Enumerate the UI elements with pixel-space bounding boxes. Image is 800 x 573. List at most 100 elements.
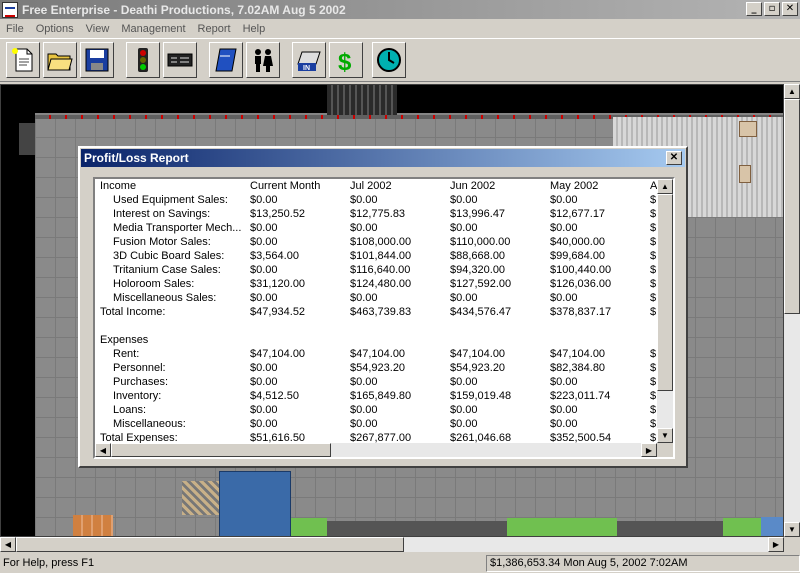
row-label: Miscellaneous: <box>113 418 186 430</box>
row-value: $124,480.00 <box>350 278 412 290</box>
row-value: $0.00 <box>250 376 278 388</box>
close-button[interactable]: ✕ <box>782 2 798 16</box>
row-label: Media Transporter Mech... <box>113 222 242 234</box>
menu-report[interactable]: Report <box>192 23 237 35</box>
traffic-light-button[interactable] <box>126 42 160 78</box>
people-icon <box>255 49 273 72</box>
row-value: $434,576.47 <box>450 306 512 318</box>
row-value: $223,011.74 <box>550 390 611 402</box>
table-row: Total Income: $47,934.52 $463,739.83 $434,5… <box>95 305 657 319</box>
maximize-button[interactable]: ▫ <box>764 2 780 16</box>
menu-options[interactable]: Options <box>30 23 80 35</box>
world-blue-machine <box>219 471 291 536</box>
row-label: Total Expenses: <box>100 432 178 443</box>
table-row <box>95 319 657 333</box>
report-horizontal-scrollbar[interactable]: ◀ ▶ <box>95 443 657 457</box>
table-row: Total Expenses: $51,616.50 $267,877.00 $261… <box>95 431 657 443</box>
row-value: $47,104.00 <box>450 348 506 360</box>
report-vscroll-thumb[interactable] <box>657 194 673 391</box>
window-titlebar[interactable]: Free Enterprise - Deathi Productions, 7.… <box>0 0 800 19</box>
row-value: $94,320.00 <box>450 264 506 276</box>
status-help-text: For Help, press F1 <box>3 557 95 569</box>
dialog-titlebar[interactable]: Profit/Loss Report <box>81 149 685 167</box>
row-value: $0.00 <box>250 194 278 206</box>
clock-button[interactable] <box>372 42 406 78</box>
svg-text:$: $ <box>338 49 352 74</box>
in-tray-button[interactable]: IN <box>292 42 326 78</box>
menu-file[interactable]: File <box>0 23 30 35</box>
window-title: Free Enterprise - Deathi Productions, 7.… <box>22 2 346 17</box>
open-folder-button[interactable] <box>43 42 77 78</box>
row-value: $ <box>650 264 657 276</box>
row-value: $54,923.20 <box>350 362 406 374</box>
row-value: $ <box>650 362 657 374</box>
dialog-close-button[interactable]: ✕ <box>666 151 682 165</box>
report-scroll-up-button[interactable]: ▲ <box>657 179 673 194</box>
status-info-text: $1,386,653.34 Mon Aug 5, 2002 7:02AM <box>486 554 800 572</box>
people-button[interactable] <box>246 42 280 78</box>
world-boxes <box>73 515 113 536</box>
row-value: $100,440.00 <box>550 264 612 276</box>
new-document-button[interactable] <box>6 42 40 78</box>
app-icon[interactable] <box>2 1 18 18</box>
dollar-icon: $ <box>338 49 352 74</box>
row-value: $ <box>650 194 657 206</box>
row-value: $ <box>650 348 657 360</box>
device-panel-button[interactable] <box>163 42 197 78</box>
row-value: $0.00 <box>550 222 578 234</box>
scrollbar-corner <box>657 443 673 457</box>
header-jul-2002: Jul 2002 <box>350 180 392 192</box>
toolbar: IN $ <box>0 38 800 82</box>
table-row: Miscellaneous: $0.00 $0.00 $0.00 $0.00 $ <box>95 417 657 431</box>
report-vertical-scrollbar[interactable]: ▲ ▼ <box>657 179 673 443</box>
row-value: $82,384.80 <box>550 362 606 374</box>
menu-bar: File Options View Management Report Help <box>0 19 800 38</box>
row-value: $ <box>650 376 657 388</box>
dollar-button[interactable]: $ <box>329 42 363 78</box>
row-value: $261,046.68 <box>450 432 512 443</box>
header-may-2002: May 2002 <box>550 180 599 192</box>
status-bar: For Help, press F1 $1,386,653.34 Mon Aug… <box>0 553 800 573</box>
row-value: $0.00 <box>250 236 278 248</box>
book-button[interactable] <box>209 42 243 78</box>
row-value: $0.00 <box>250 418 278 430</box>
traffic-light-icon <box>138 48 148 72</box>
report-hscroll-thumb[interactable] <box>111 443 331 457</box>
main-horizontal-scrollbar[interactable]: ◀ ▶ <box>0 537 784 552</box>
table-row: Expenses <box>95 333 657 347</box>
row-value: $ <box>650 418 657 430</box>
report-scroll-down-button[interactable]: ▼ <box>657 428 673 443</box>
save-disk-button[interactable] <box>80 42 114 78</box>
minimize-button[interactable]: _ <box>746 2 762 16</box>
row-value: $47,104.00 <box>550 348 606 360</box>
header-jun-2002: Jun 2002 <box>450 180 496 192</box>
report-list[interactable]: Income Current Month Jul 2002 Jun 2002 M… <box>93 177 675 459</box>
menu-help[interactable]: Help <box>237 23 272 35</box>
scroll-down-button[interactable]: ▼ <box>784 522 800 537</box>
row-value: $0.00 <box>350 418 378 430</box>
row-value: $110,000.00 <box>450 236 511 248</box>
vertical-scroll-thumb[interactable] <box>784 99 800 314</box>
scroll-up-button[interactable]: ▲ <box>784 84 800 99</box>
row-label: Tritanium Case Sales: <box>113 264 221 276</box>
row-label: 3D Cubic Board Sales: <box>113 250 225 262</box>
report-scroll-left-button[interactable]: ◀ <box>95 443 111 457</box>
horizontal-scroll-thumb[interactable] <box>16 537 404 552</box>
report-scroll-right-button[interactable]: ▶ <box>641 443 657 457</box>
row-value: $51,616.50 <box>250 432 306 443</box>
row-value: $47,104.00 <box>250 348 306 360</box>
row-value: $0.00 <box>250 292 278 304</box>
scroll-right-button[interactable]: ▶ <box>768 537 784 552</box>
row-value: $4,512.50 <box>250 390 299 402</box>
row-value: $0.00 <box>450 292 478 304</box>
world-green-pad-a <box>291 518 327 536</box>
scroll-left-button[interactable]: ◀ <box>0 537 16 552</box>
row-value: $ <box>650 292 657 304</box>
row-label: Used Equipment Sales: <box>113 194 228 206</box>
menu-view[interactable]: View <box>80 23 116 35</box>
row-value: $0.00 <box>550 376 578 388</box>
menu-management[interactable]: Management <box>115 23 191 35</box>
main-vertical-scrollbar[interactable]: ▲ ▼ <box>784 84 800 537</box>
row-label: Total Income: <box>100 306 166 318</box>
row-value: $0.00 <box>550 292 578 304</box>
